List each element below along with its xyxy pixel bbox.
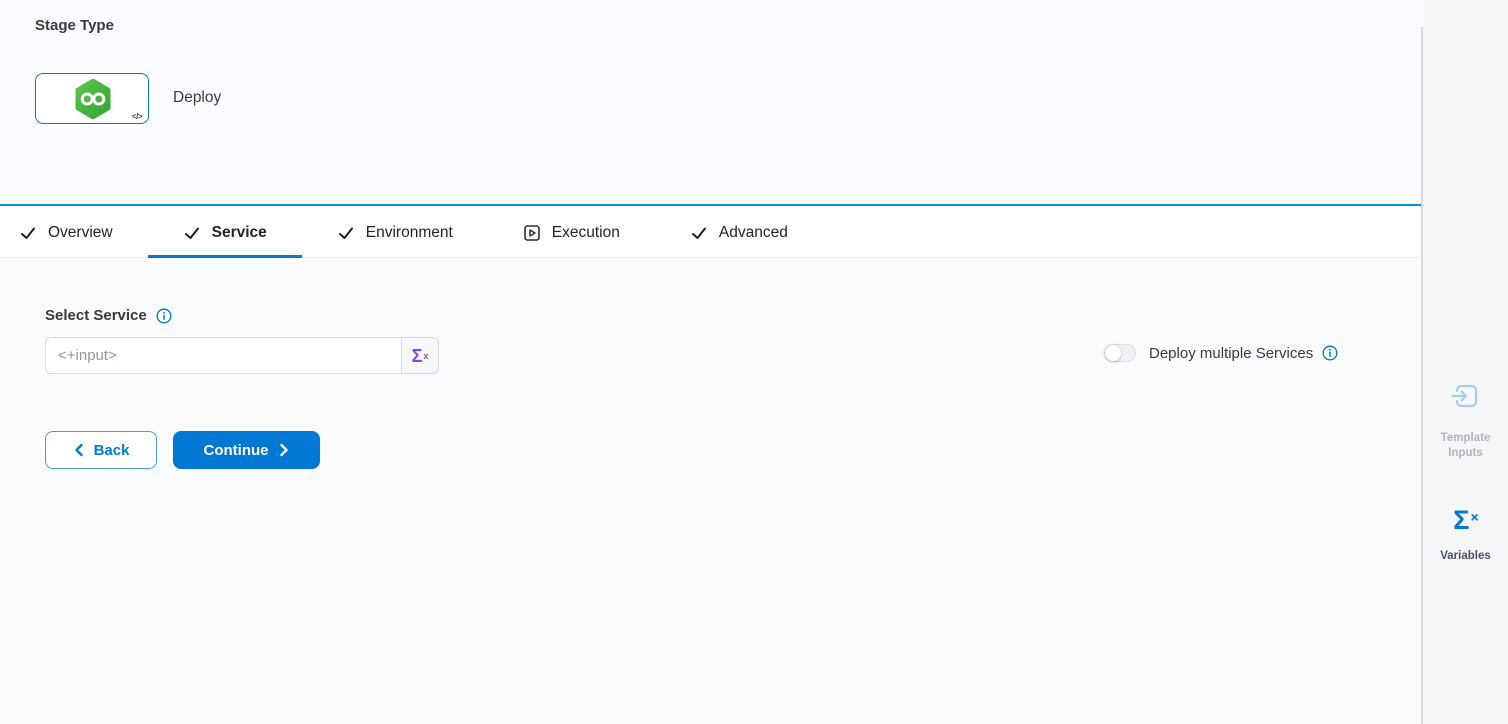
select-service-input-group: Σx — [45, 337, 439, 374]
deploy-multiple-services-toggle[interactable] — [1104, 344, 1136, 362]
stage-tabbar: Overview Service Environment Execution A… — [0, 208, 1421, 258]
template-inputs-button[interactable]: Template Inputs — [1423, 381, 1508, 461]
info-icon[interactable] — [156, 308, 172, 324]
tab-advanced[interactable]: Advanced — [655, 208, 823, 257]
check-icon — [337, 224, 355, 242]
variables-sigma-icon: Σ× — [1423, 506, 1508, 534]
tab-overview[interactable]: Overview — [0, 208, 148, 257]
tab-environment[interactable]: Environment — [302, 208, 488, 257]
main-panel: Stage Type </> — [0, 0, 1421, 724]
wizard-buttons-row: Back Continue — [45, 431, 320, 469]
deploy-multiple-services-row: Deploy multiple Services — [1104, 344, 1338, 362]
template-inputs-icon — [1451, 381, 1481, 411]
variables-label: Variables — [1423, 549, 1508, 564]
runtime-input-sigma-button[interactable]: Σx — [401, 337, 439, 374]
sigma-icon: Σ — [412, 347, 423, 365]
deploy-multiple-services-label: Deploy multiple Services — [1149, 345, 1313, 362]
right-rail: Template Inputs Σ× Variables — [1423, 0, 1508, 724]
execution-play-icon — [523, 224, 541, 242]
select-service-input[interactable] — [45, 337, 401, 374]
deploy-stage-label: Deploy — [173, 89, 221, 107]
tab-service[interactable]: Service — [148, 208, 302, 257]
continue-button[interactable]: Continue — [173, 431, 320, 469]
deploy-stage-icon — [75, 79, 111, 119]
stage-configuration-screen: Stage Type </> — [0, 0, 1508, 724]
tab-execution[interactable]: Execution — [488, 208, 655, 257]
tab-label: Overview — [48, 224, 113, 242]
code-badge-icon: </> — [132, 112, 142, 121]
check-icon — [183, 224, 201, 242]
toggle-knob — [1105, 345, 1121, 361]
stage-type-section: Stage Type </> — [0, 0, 1421, 206]
select-service-label-row: Select Service — [45, 307, 172, 324]
service-tab-content: Select Service Σx — [0, 259, 1421, 724]
check-icon — [690, 224, 708, 242]
tab-label: Execution — [552, 224, 620, 242]
deploy-stage-card[interactable]: </> — [35, 73, 149, 124]
variables-button[interactable]: Σ× Variables — [1423, 506, 1508, 564]
chevron-left-icon — [73, 443, 85, 457]
tab-label: Service — [212, 224, 267, 242]
back-button[interactable]: Back — [45, 431, 157, 469]
tab-label: Advanced — [719, 224, 788, 242]
check-icon — [19, 224, 37, 242]
info-icon[interactable] — [1322, 345, 1338, 361]
template-inputs-label: Template Inputs — [1423, 431, 1508, 461]
tab-label: Environment — [366, 224, 453, 242]
stage-type-title: Stage Type — [35, 17, 114, 34]
chevron-right-icon — [278, 443, 290, 457]
select-service-label: Select Service — [45, 307, 147, 324]
